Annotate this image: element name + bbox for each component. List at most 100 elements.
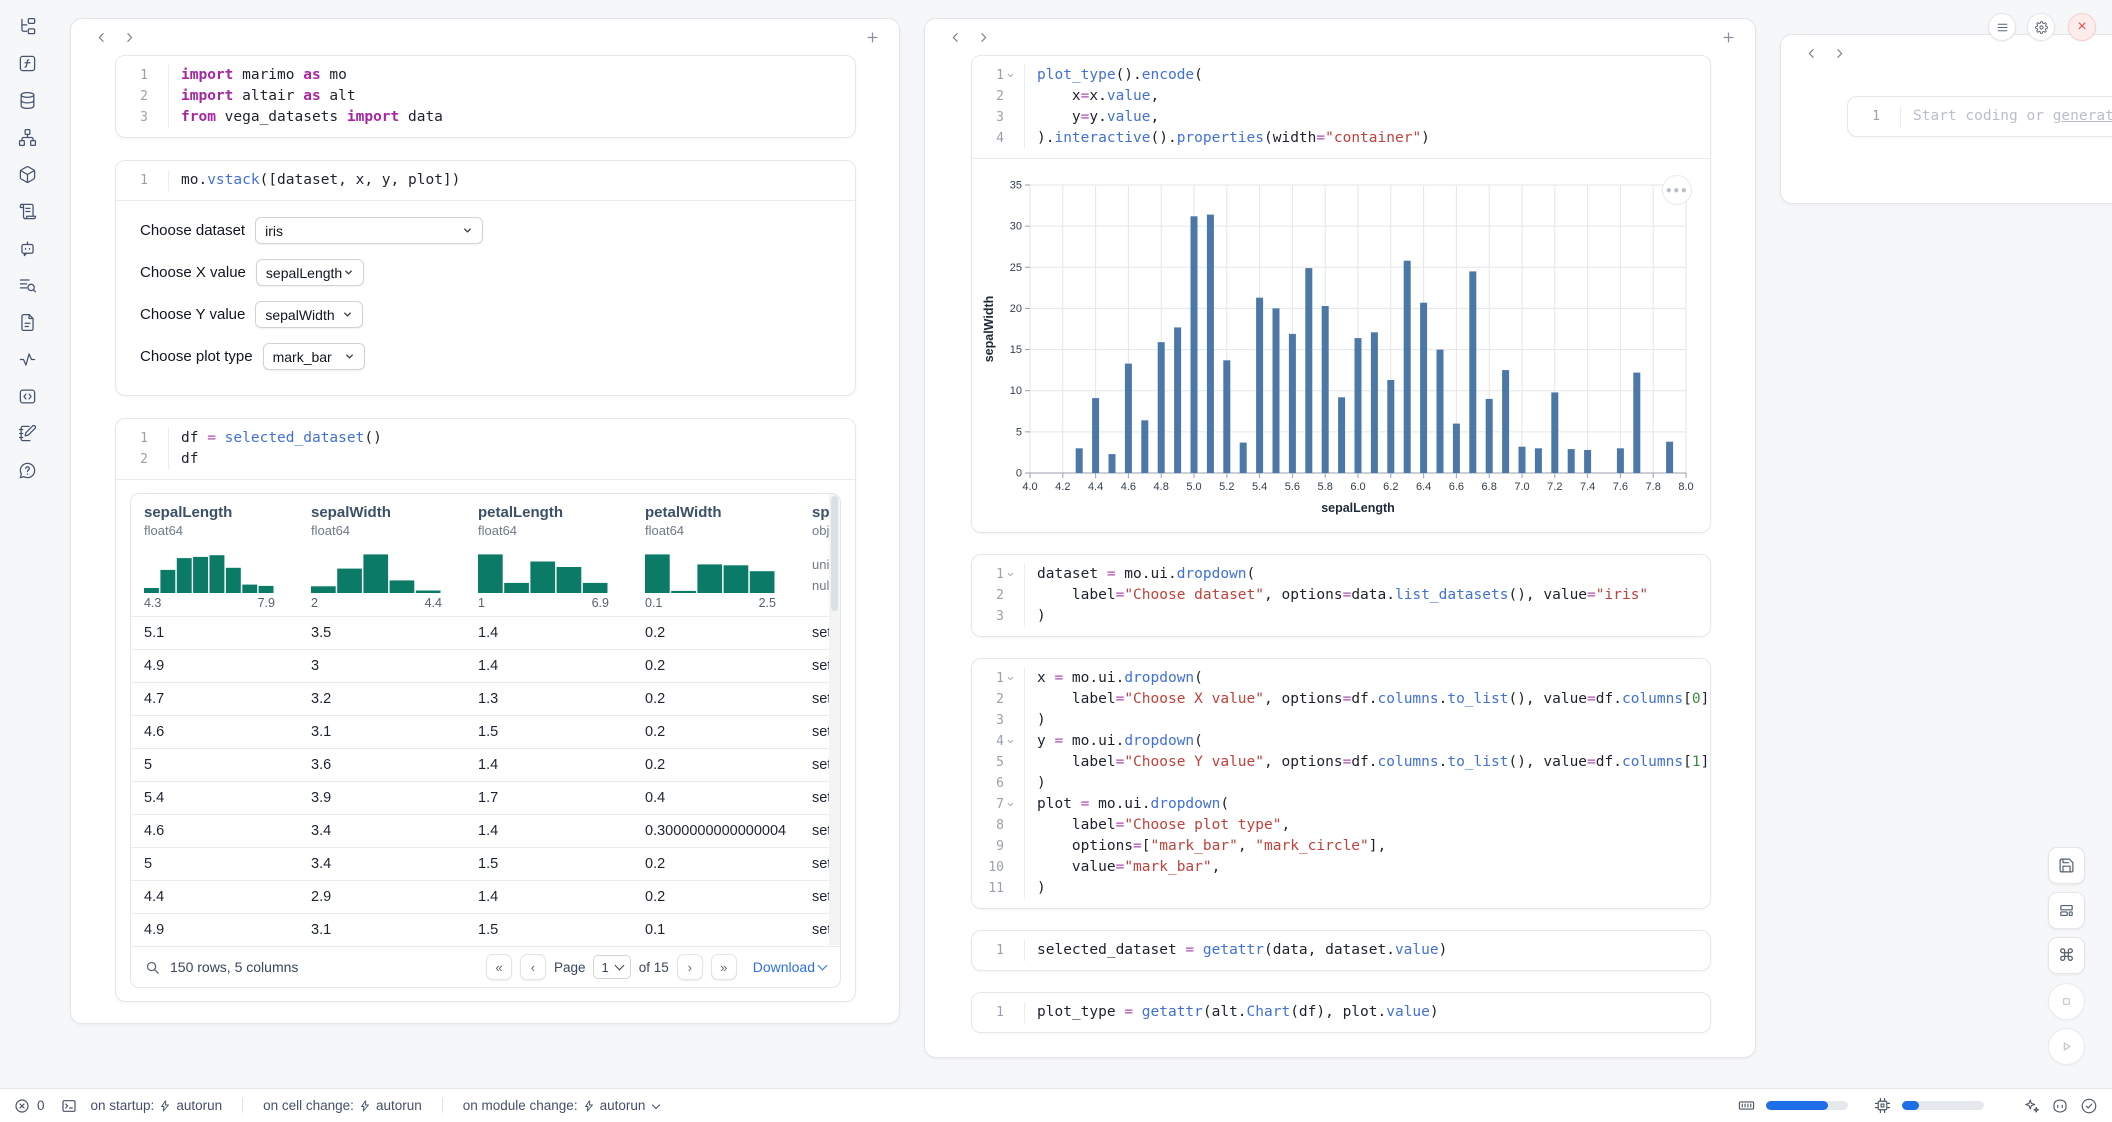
code-line[interactable]: from vega_datasets import data — [181, 107, 855, 128]
autorun-setting-3[interactable]: on module change:autorun — [463, 1098, 660, 1113]
code-editor[interactable]: 123import marimo as moimport altair as a… — [116, 56, 855, 137]
fold-chevron-icon[interactable] — [1004, 668, 1017, 689]
functions-icon[interactable] — [14, 50, 40, 76]
code-editor[interactable]: 1234plot_type().encode( x=x.value, y=y.v… — [972, 56, 1710, 158]
table-row[interactable]: 53.41.50.2setosa — [131, 847, 840, 880]
fold-chevron-icon[interactable] — [1004, 731, 1017, 752]
code-editor[interactable]: 1selected_dataset = getattr(data, datase… — [972, 931, 1710, 970]
column-move-left-button[interactable] — [941, 24, 969, 50]
close-button[interactable]: × — [2068, 13, 2096, 41]
menu-button[interactable] — [1988, 13, 2016, 41]
save-button[interactable] — [2048, 847, 2085, 884]
last-page-button[interactable]: » — [711, 954, 737, 980]
ai-sparkles-icon[interactable] — [2022, 1097, 2040, 1115]
code-line[interactable]: label="Choose X value", options=df.colum… — [1037, 689, 1710, 710]
code-line[interactable]: label="Choose Y value", options=df.colum… — [1037, 752, 1710, 773]
code-editor[interactable]: 123dataset = mo.ui.dropdown( label="Choo… — [972, 555, 1710, 636]
copilot-icon[interactable] — [2051, 1097, 2069, 1115]
code-line[interactable]: y = mo.ui.dropdown( — [1037, 731, 1710, 752]
code-line[interactable]: label="Choose plot type", — [1037, 815, 1710, 836]
autorun-setting-2[interactable]: on cell change:autorun — [263, 1098, 422, 1113]
table-column-header[interactable]: sepalWidthfloat6424.4 — [298, 494, 465, 616]
choose-y-value-select[interactable]: sepalWidth — [255, 301, 363, 328]
datasources-icon[interactable] — [14, 87, 40, 113]
stop-button[interactable] — [2048, 983, 2085, 1020]
table-row[interactable]: 5.43.91.70.4setosa — [131, 781, 840, 814]
table-scrollbar[interactable] — [829, 494, 840, 945]
code-line[interactable]: import altair as alt — [181, 86, 855, 107]
code-cell-dataframe[interactable]: 12df = selected_dataset()df sepalLengthf… — [115, 418, 856, 1002]
autorun-setting-1[interactable]: on startup:autorun — [91, 1098, 223, 1113]
snippets-icon[interactable] — [14, 383, 40, 409]
code-line[interactable]: ) — [1037, 878, 1710, 899]
choose-x-value-select[interactable]: sepalLength — [256, 259, 364, 286]
code-cell-vstack[interactable]: 1mo.vstack([dataset, x, y, plot]) Choose… — [115, 160, 856, 396]
table-row[interactable]: 5.13.51.40.2setosa — [131, 616, 840, 649]
empty-code-cell[interactable]: 1 Start coding or generate with AI — [1847, 96, 2112, 137]
next-page-button[interactable]: › — [677, 954, 703, 980]
code-editor[interactable]: 1plot_type = getattr(alt.Chart(df), plot… — [972, 993, 1710, 1032]
fold-chevron-icon[interactable] — [1004, 794, 1017, 815]
code-line[interactable]: df = selected_dataset() — [181, 428, 855, 449]
download-button[interactable]: Download — [753, 959, 826, 975]
column-move-right-button[interactable] — [1825, 40, 1853, 66]
code-line[interactable]: x=x.value, — [1037, 86, 1710, 107]
code-cell-plot-type[interactable]: 1plot_type = getattr(alt.Chart(df), plot… — [971, 992, 1711, 1033]
dependency-graph-icon[interactable] — [14, 124, 40, 150]
add-cell-button[interactable] — [859, 24, 885, 50]
connection-status-icon[interactable] — [2080, 1097, 2098, 1115]
help-icon[interactable] — [14, 457, 40, 483]
fold-chevron-icon[interactable] — [1004, 65, 1017, 86]
page-select[interactable]: 1 — [593, 955, 630, 979]
column-move-right-button[interactable] — [115, 24, 143, 50]
choose-plot-type-select[interactable]: mark_bar — [263, 343, 365, 370]
scripts-icon[interactable] — [14, 198, 40, 224]
code-line[interactable]: ).interactive().properties(width="contai… — [1037, 128, 1710, 149]
code-editor[interactable]: 12df = selected_dataset()df — [116, 419, 855, 479]
logs-icon[interactable] — [14, 272, 40, 298]
error-indicator[interactable]: 0 — [14, 1098, 45, 1114]
column-move-left-button[interactable] — [1797, 40, 1825, 66]
table-row[interactable]: 4.63.41.40.3000000000000004setosa — [131, 814, 840, 847]
code-line[interactable]: label="Choose dataset", options=data.lis… — [1037, 585, 1710, 606]
code-cell-dataset-dropdown[interactable]: 123dataset = mo.ui.dropdown( label="Choo… — [971, 554, 1711, 637]
tracing-icon[interactable] — [14, 346, 40, 372]
table-row[interactable]: 4.931.40.2setosa — [131, 649, 840, 682]
table-row[interactable]: 53.61.40.2setosa — [131, 748, 840, 781]
fold-chevron-icon[interactable] — [1004, 564, 1017, 585]
chart-menu-button[interactable]: ●●● — [1662, 175, 1692, 205]
column-move-left-button[interactable] — [87, 24, 115, 50]
table-row[interactable]: 4.42.91.40.2setosa — [131, 880, 840, 913]
code-line[interactable]: x = mo.ui.dropdown( — [1037, 668, 1710, 689]
code-line[interactable]: plot_type = getattr(alt.Chart(df), plot.… — [1037, 1002, 1710, 1023]
chat-icon[interactable] — [14, 235, 40, 261]
table-column-header[interactable]: petalWidthfloat640.12.5 — [632, 494, 799, 616]
packages-icon[interactable] — [14, 161, 40, 187]
run-button[interactable] — [2048, 1028, 2085, 1065]
terminal-button[interactable] — [61, 1098, 77, 1114]
scratchpad-icon[interactable] — [14, 420, 40, 446]
code-cell-plot[interactable]: 1234plot_type().encode( x=x.value, y=y.v… — [971, 55, 1711, 533]
code-cell-selected-dataset[interactable]: 1selected_dataset = getattr(data, datase… — [971, 930, 1711, 971]
keyboard-shortcuts-button[interactable]: ⌘ — [2048, 937, 2085, 974]
code-line[interactable]: ) — [1037, 606, 1710, 627]
code-line[interactable]: ) — [1037, 773, 1710, 794]
prev-page-button[interactable]: ‹ — [520, 954, 546, 980]
choose-dataset-select[interactable]: iris — [255, 217, 483, 244]
code-editor[interactable]: 1mo.vstack([dataset, x, y, plot]) — [116, 161, 855, 200]
code-line[interactable]: import marimo as mo — [181, 65, 855, 86]
bar-chart[interactable]: 4.04.24.44.64.85.05.25.45.65.86.06.26.46… — [980, 171, 1696, 523]
code-cell-xyplot-dropdowns[interactable]: 1234567891011x = mo.ui.dropdown( label="… — [971, 658, 1711, 909]
code-line[interactable]: options=["mark_bar", "mark_circle"], — [1037, 836, 1710, 857]
documentation-icon[interactable] — [14, 309, 40, 335]
code-line[interactable]: y=y.value, — [1037, 107, 1710, 128]
code-line[interactable]: df — [181, 449, 855, 470]
search-icon[interactable] — [145, 960, 160, 975]
scrollbar-thumb[interactable] — [831, 496, 838, 611]
add-cell-button[interactable] — [1715, 24, 1741, 50]
file-tree-icon[interactable] — [14, 13, 40, 39]
code-line[interactable]: value="mark_bar", — [1037, 857, 1710, 878]
column-move-right-button[interactable] — [969, 24, 997, 50]
table-row[interactable]: 4.73.21.30.2setosa — [131, 682, 840, 715]
code-placeholder[interactable]: Start coding or generate with AI — [1913, 106, 2112, 127]
